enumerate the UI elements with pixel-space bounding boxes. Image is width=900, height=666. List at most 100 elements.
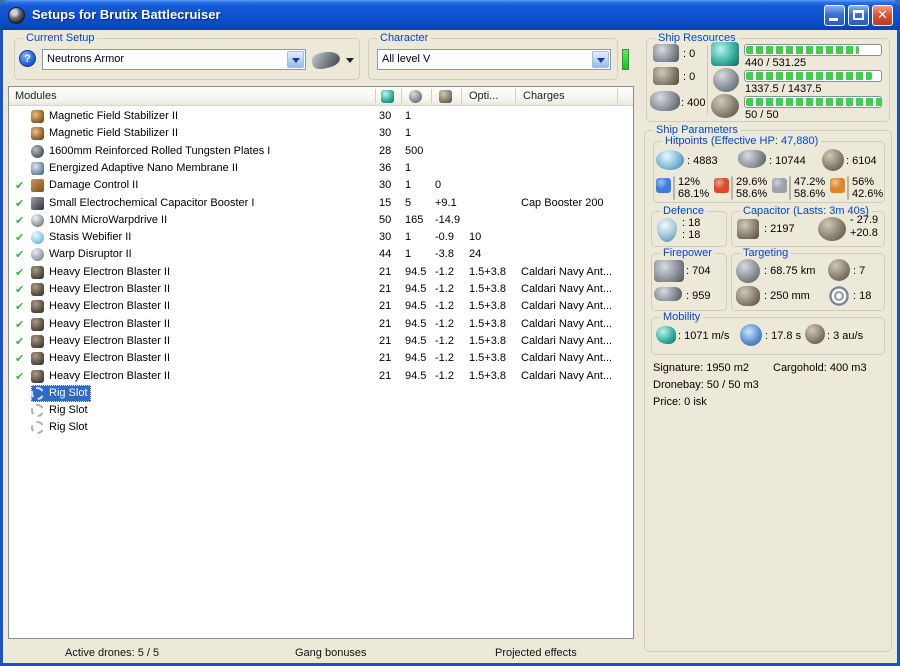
ship-menu-button[interactable] [310,49,356,73]
charges-column-header[interactable]: Charges [523,90,565,102]
module-entry[interactable]: Heavy Electron Blaster II [31,298,173,315]
active-check-icon[interactable]: ✔ [15,350,24,367]
close-button[interactable]: ✕ [872,5,893,26]
module-entry[interactable]: Heavy Electron Blaster II [31,316,173,333]
module-row[interactable]: ✔ Heavy Electron Blaster II 21 94.5 -1.2 1.5+… [9,264,632,281]
ship-icon [310,49,342,71]
speed-icon [656,326,676,344]
module-entry[interactable]: Stasis Webifier II [31,229,134,246]
module-entry[interactable]: Heavy Electron Blaster II [31,281,173,298]
modules-column-header[interactable]: Modules [15,90,57,102]
hitpoints-group: Hitpoints (Effective HP: 47,880) : 4883 … [653,135,885,203]
module-cpu: 50 [379,213,392,226]
module-charges: Cap Booster 200 [521,196,604,209]
selected-module[interactable]: Rig Slot [31,384,91,402]
modules-list: Modules Opti... Charges Magnetic Field S… [8,86,634,639]
capacitor-column-icon[interactable] [439,90,452,103]
module-cpu: 21 [379,334,392,347]
projected-effects-label[interactable]: Projected effects [495,647,577,659]
module-row[interactable]: ✔ 10MN MicroWarpdrive II 50 165 -14.9 [9,212,632,229]
active-check-icon[interactable]: ✔ [15,195,24,212]
character-select[interactable]: All level V [377,49,611,70]
cap-booster-icon [31,196,44,210]
module-row[interactable]: Magnetic Field Stabilizer II 30 1 [9,108,632,125]
cpu-bar [744,44,882,56]
active-check-icon[interactable]: ✔ [15,368,24,385]
module-charges: Caldari Navy Ant... [521,334,613,347]
active-drones-label[interactable]: Active drones: 5 / 5 [65,647,159,659]
module-entry[interactable]: Warp Disruptor II [31,246,135,263]
setup-select-dropdown-button[interactable] [287,51,304,68]
signature-stat: Signature: 1950 m2 [653,362,750,374]
module-entry[interactable]: 1600mm Reinforced Rolled Tungsten Plates… [31,143,273,160]
module-row[interactable]: ✔ Heavy Electron Blaster II 21 94.5 -1.2 1.5+… [9,316,632,333]
module-entry[interactable]: Rig Slot [31,402,91,419]
opti-column-header[interactable]: Opti... [469,90,498,102]
module-row[interactable]: ✔ Stasis Webifier II 30 1 -0.9 10 [9,229,632,246]
module-row[interactable]: ✔ Small Electrochemical Capacitor Booster… [9,195,632,212]
active-check-icon[interactable]: ✔ [15,264,24,281]
active-check-icon[interactable]: ✔ [15,281,24,298]
capacitor-drain: - 27.9 [850,214,879,226]
powergrid-column-icon[interactable] [409,90,422,103]
module-row[interactable]: ✔ Heavy Electron Blaster II 21 94.5 -1.2 1.5+… [9,333,632,350]
minimize-button[interactable] [824,5,845,26]
module-row[interactable]: Rig Slot [9,402,632,419]
character-select-dropdown-button[interactable] [592,51,609,68]
module-row[interactable]: ✔ Heavy Electron Blaster II 21 94.5 -1.2 1.5+… [9,281,632,298]
character-label: Character [377,32,432,45]
help-icon[interactable]: ? [19,50,36,67]
module-entry[interactable]: 10MN MicroWarpdrive II [31,212,170,229]
module-row[interactable]: Rig Slot [9,419,632,436]
module-row[interactable]: 1600mm Reinforced Rolled Tungsten Plates… [9,143,632,160]
module-entry[interactable]: Magnetic Field Stabilizer II [31,108,181,125]
active-check-icon[interactable]: ✔ [15,177,24,194]
maximize-button[interactable] [848,5,869,26]
module-entry[interactable]: Rig Slot [31,419,91,436]
drone-bandwidth-icon [711,94,739,118]
scan-resolution: : 250 mm [764,290,810,302]
module-pg: 94.5 [405,283,427,295]
module-row[interactable]: ✔ Damage Control II 30 1 0 [9,177,632,194]
structure-hp-value: : 6104 [846,155,877,167]
active-check-icon[interactable]: ✔ [15,212,24,229]
active-check-icon[interactable]: ✔ [15,316,24,333]
module-name: Magnetic Field Stabilizer II [49,127,178,140]
module-opti: 1.5+3.8 [469,265,507,278]
module-entry[interactable]: Heavy Electron Blaster II [31,350,173,367]
module-name: Rig Slot [49,421,88,434]
module-entry[interactable]: Damage Control II [31,177,141,194]
module-row[interactable]: ✔ Warp Disruptor II 44 1 -3.8 24 [9,246,632,263]
ship-parameters-group: Ship Parameters Hitpoints (Effective HP:… [644,124,892,652]
setup-select[interactable]: Neutrons Armor [42,49,306,70]
capacitor-recharge: +20.8 [850,227,878,239]
active-check-icon[interactable]: ✔ [15,333,24,350]
column-separator [401,89,402,103]
explosive-resist-top: 56% [852,176,875,188]
gang-bonuses-label[interactable]: Gang bonuses [295,647,367,659]
module-row[interactable]: Energized Adaptive Nano Membrane II 36 1 [9,160,632,177]
module-row[interactable]: ✔ Heavy Electron Blaster II 21 94.5 -1.2 1.5+… [9,298,632,315]
modules-list-header[interactable]: Modules Opti... Charges [9,87,633,106]
module-row[interactable]: Rig Slot [9,384,632,402]
module-row[interactable]: ✔ Heavy Electron Blaster II 21 94.5 -1.2 1.5+… [9,350,632,367]
module-charges: Caldari Navy Ant... [521,300,613,313]
module-entry[interactable]: Heavy Electron Blaster II [31,368,173,385]
module-entry[interactable]: Heavy Electron Blaster II [31,333,173,350]
module-row[interactable]: Magnetic Field Stabilizer II 30 1 [9,125,632,142]
cpu-column-icon[interactable] [381,90,394,103]
module-entry[interactable]: Heavy Electron Blaster II [31,264,173,281]
column-separator [431,89,432,103]
module-pg: 94.5 [405,334,427,347]
module-entry[interactable]: Energized Adaptive Nano Membrane II [31,160,241,177]
module-row[interactable]: ✔ Heavy Electron Blaster II 21 94.5 -1.2 1.5+… [9,368,632,385]
module-opti: 1.5+3.8 [469,334,507,347]
active-check-icon[interactable]: ✔ [15,298,24,315]
module-entry[interactable]: Small Electrochemical Capacitor Booster … [31,195,257,212]
active-check-icon[interactable]: ✔ [15,246,24,263]
titlebar[interactable]: Setups for Brutix Battlecruiser ✕ [0,0,900,30]
active-check-icon[interactable]: ✔ [15,229,24,246]
module-cap: -1.2 [435,334,454,347]
firepower-dps: : 704 [686,265,711,277]
module-entry[interactable]: Magnetic Field Stabilizer II [31,125,181,142]
